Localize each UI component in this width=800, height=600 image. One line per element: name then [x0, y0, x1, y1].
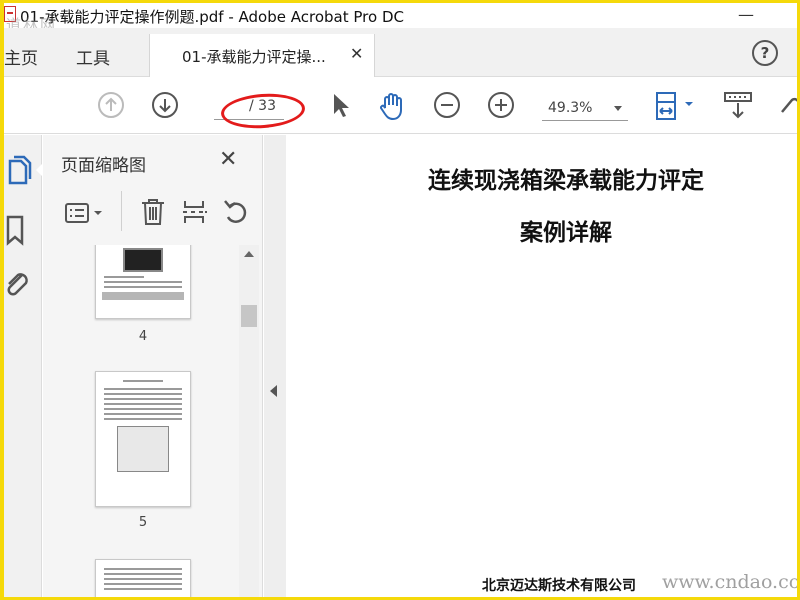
bookmark-icon — [6, 215, 24, 246]
window-title: 01-承载能力评定操作例题.pdf - Adobe Acrobat Pro DC — [20, 8, 404, 26]
thumbnail-table — [102, 292, 184, 300]
fit-page-button[interactable] — [652, 90, 700, 120]
thumbnail-text-line — [104, 583, 182, 585]
rotate-icon — [224, 200, 247, 224]
document-page: 连续现浇箱梁承载能力评定 案例详解 北京迈达斯技术有限公司 www.cndao.… — [286, 135, 797, 597]
rotate-page-button[interactable] — [221, 197, 251, 227]
previous-page-button[interactable] — [96, 90, 126, 120]
thumbnail-text-line — [104, 578, 182, 580]
close-panel-icon[interactable]: ✕ — [219, 147, 237, 172]
panel-title: 页面缩略图 — [61, 156, 146, 176]
scrollbar-thumb[interactable] — [241, 305, 257, 327]
thumbnail-image — [123, 248, 163, 272]
panel-splitter[interactable] — [264, 135, 286, 597]
collapse-panel-icon[interactable] — [270, 385, 277, 397]
thumbnail-text-line — [104, 276, 144, 278]
next-page-button[interactable] — [150, 90, 180, 120]
thumbnail-page[interactable] — [95, 371, 191, 507]
thumbnail-scrollbar[interactable] — [239, 245, 259, 597]
thumbnail-text-line — [104, 388, 182, 390]
zoom-level-select[interactable]: 49.3% — [542, 97, 628, 121]
thumbnail-text-line — [104, 398, 182, 400]
acrobat-window: 01-承载能力评定操作例题.pdf - Adobe Acrobat Pro DC… — [4, 3, 797, 597]
options-button[interactable] — [63, 199, 107, 227]
scroll-mode-button[interactable] — [722, 90, 752, 120]
thumbnails-icon — [8, 155, 32, 185]
document-tab-label: 01-承载能力评定操... — [182, 48, 326, 66]
tab-document[interactable]: 01-承载能力评定操... ✕ — [149, 34, 375, 77]
thumbnail-text-line — [123, 380, 163, 382]
chevron-down-icon — [614, 106, 622, 111]
select-tool-button[interactable] — [326, 90, 356, 120]
thumbnail-text-line — [104, 403, 182, 405]
minimize-button[interactable]: — — [726, 5, 766, 25]
thumbnail-text-line — [104, 281, 182, 283]
link-button[interactable] — [776, 90, 797, 120]
zoom-level-value: 49.3% — [548, 100, 593, 116]
select-arrow-icon — [334, 94, 349, 117]
thumbnail-text-line — [104, 286, 182, 288]
thumbnail-page[interactable] — [95, 245, 191, 319]
thumbnail-page-number: 4 — [138, 329, 148, 344]
navigation-rail — [4, 135, 43, 597]
title-bar: 01-承载能力评定操作例题.pdf - Adobe Acrobat Pro DC… — [4, 3, 797, 34]
bookmarks-rail-button[interactable] — [4, 213, 34, 247]
extract-page-button[interactable] — [181, 197, 209, 227]
panel-toolbar-divider — [121, 191, 122, 231]
attachments-rail-button[interactable] — [4, 267, 34, 303]
thumbnail-text-line — [104, 393, 182, 395]
document-subtitle: 案例详解 — [520, 220, 612, 246]
page-thumbnails-panel: 页面缩略图 ✕ 4 5 — [43, 135, 263, 597]
zoom-out-icon — [434, 92, 460, 118]
thumbnail-screenshot — [117, 426, 169, 472]
tab-tools[interactable]: 工具 — [76, 44, 110, 69]
thumbnail-text-line — [104, 408, 182, 410]
extract-icon — [183, 201, 207, 223]
fit-page-icon — [656, 92, 693, 120]
zoom-out-button[interactable] — [432, 90, 462, 120]
hand-tool-button[interactable] — [376, 90, 406, 121]
thumbnail-text-line — [104, 568, 182, 570]
attachment-icon — [7, 273, 28, 296]
panel-toolbar — [43, 191, 263, 235]
thumbnails-rail-button[interactable] — [4, 153, 34, 187]
delete-icon — [142, 199, 164, 225]
link-icon — [781, 97, 797, 113]
options-icon — [65, 203, 102, 223]
thumbnail-page[interactable] — [95, 559, 191, 597]
thumbnail-text-line — [104, 588, 182, 590]
tab-home[interactable]: 主页 — [4, 44, 38, 69]
close-tab-icon[interactable]: ✕ — [350, 44, 363, 63]
scroll-up-icon[interactable] — [244, 251, 254, 257]
zoom-in-icon — [488, 92, 514, 118]
scroll-mode-icon — [724, 92, 752, 119]
thumbnail-list: 4 5 — [43, 245, 239, 597]
zoom-in-button[interactable] — [486, 90, 516, 120]
help-icon[interactable]: ? — [752, 40, 778, 66]
tab-bar: 主页 工具 01-承载能力评定操... ✕ ? — [4, 28, 797, 77]
up-arrow-icon — [98, 92, 124, 118]
thumbnail-page-number: 5 — [138, 515, 148, 530]
document-title: 连续现浇箱梁承载能力评定 — [428, 168, 704, 194]
delete-page-button[interactable] — [139, 197, 167, 227]
document-footer: 北京迈达斯技术有限公司 — [482, 578, 636, 594]
thumbnail-text-line — [104, 413, 182, 415]
main-toolbar: / 33 49.3% — [4, 78, 797, 134]
hand-icon — [380, 93, 402, 121]
thumbnail-text-line — [104, 418, 182, 420]
thumbnail-text-line — [104, 573, 182, 575]
rail-selection-pointer — [36, 163, 43, 177]
watermark-bottom-right: www.cndao.com — [662, 571, 797, 593]
down-arrow-icon — [152, 92, 178, 118]
